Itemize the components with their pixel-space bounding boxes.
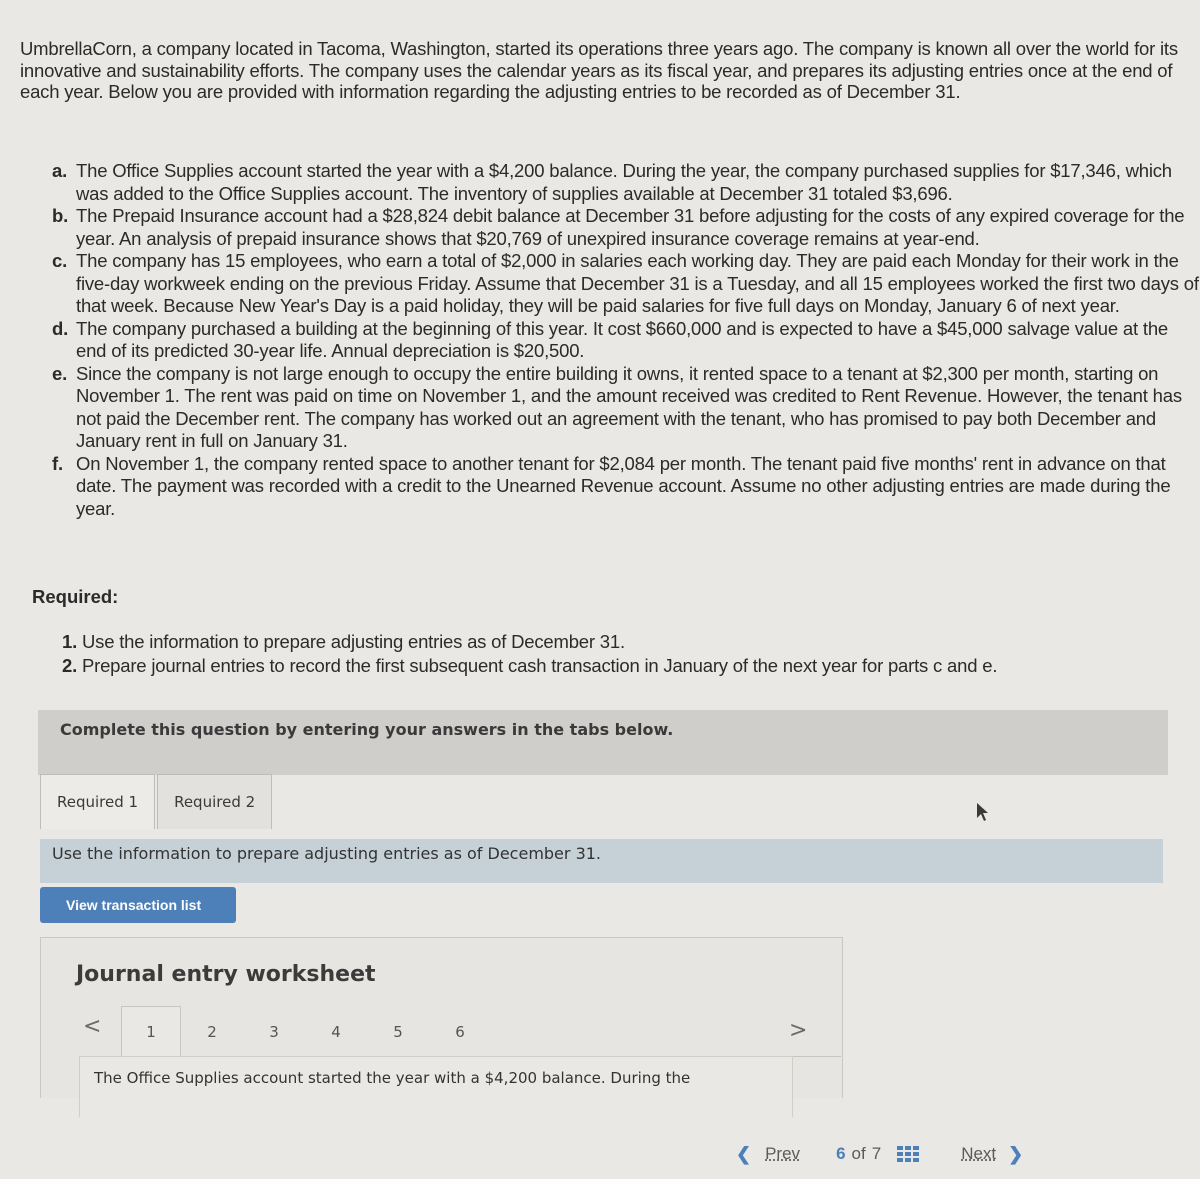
worksheet-tab-3[interactable]: 3 [243, 1006, 305, 1057]
required-heading: Required: [32, 586, 119, 607]
item-letter: a. [52, 160, 68, 181]
item-text: The Prepaid Insurance account had a $28,… [76, 205, 1185, 249]
item-text: The Office Supplies account started the … [76, 160, 1172, 204]
required-tabs: Required 1 Required 2 [40, 774, 274, 830]
worksheet-nav: < 1 2 3 4 5 6 > [41, 1006, 841, 1058]
page-total: 7 [871, 1144, 882, 1163]
item-text: On November 1, the company rented space … [76, 452, 1171, 519]
required-item-1: 1. Use the information to prepare adjust… [62, 630, 997, 654]
problem-item-f: f. On November 1, the company rented spac… [52, 453, 1200, 521]
required-list: 1. Use the information to prepare adjust… [62, 630, 997, 678]
item-text: The company purchased a building at the … [76, 317, 1168, 362]
chevron-left-icon[interactable]: ❮ [736, 1144, 751, 1165]
worksheet-prev-chevron-icon[interactable]: < [83, 1014, 101, 1039]
tab-instruction-text: Use the information to prepare adjusting… [52, 844, 602, 863]
item-text: The company has 15 employees, who earn a… [76, 250, 1199, 316]
required-num: 1. [62, 631, 78, 652]
problem-item-c: c. The company has 15 employees, who earn… [52, 250, 1200, 318]
worksheet-tab-4[interactable]: 4 [305, 1006, 367, 1057]
required-item-2: 2. Prepare journal entries to record the… [62, 654, 997, 678]
problem-item-a: a. The Office Supplies account started th… [52, 160, 1200, 205]
worksheet-entry-text: The Office Supplies account started the … [94, 1069, 691, 1087]
mouse-cursor-icon [976, 802, 990, 827]
item-letter: c. [52, 250, 68, 271]
required-text: Use the information to prepare adjusting… [81, 631, 625, 652]
question-pager: ❮ Prev 6 of 7 Next ❯ [736, 1140, 1023, 1168]
tab-required-1[interactable]: Required 1 [40, 774, 156, 829]
worksheet-tab-1[interactable]: 1 [121, 1006, 181, 1057]
prev-link[interactable]: Prev [765, 1144, 800, 1164]
item-letter: e. [52, 362, 68, 384]
chevron-right-icon[interactable]: ❯ [1008, 1144, 1023, 1165]
journal-entry-worksheet: Journal entry worksheet < 1 2 3 4 5 6 > … [40, 937, 843, 1117]
required-text: Prepare journal entries to record the fi… [81, 655, 998, 676]
item-letter: d. [52, 317, 69, 339]
worksheet-tab-6[interactable]: 6 [429, 1006, 491, 1057]
worksheet-entry-tabs: 1 2 3 4 5 6 [121, 1006, 491, 1058]
worksheet-title: Journal entry worksheet [76, 962, 376, 987]
problem-item-d: d. The company purchased a building at th… [52, 318, 1200, 363]
worksheet-tab-5[interactable]: 5 [367, 1006, 429, 1057]
item-text: Since the company is not large enough to… [76, 362, 1182, 452]
problem-item-b: b. The Prepaid Insurance account had a $2… [52, 205, 1200, 250]
instruction-banner: Complete this question by entering your … [38, 710, 1168, 775]
page-of-label: of [851, 1144, 866, 1163]
item-letter: b. [52, 205, 69, 226]
worksheet-tab-2[interactable]: 2 [181, 1006, 243, 1057]
tab-required-2[interactable]: Required 2 [157, 774, 273, 829]
tab-instruction-bar: Use the information to prepare adjusting… [40, 839, 1163, 883]
grid-icon[interactable] [897, 1146, 920, 1162]
item-letter: f. [52, 452, 63, 474]
required-num: 2. [62, 655, 78, 676]
problem-intro: UmbrellaCorn, a company located in Tacom… [20, 38, 1178, 102]
current-page: 6 [836, 1144, 846, 1163]
instruction-text: Complete this question by entering your … [60, 720, 674, 739]
next-link[interactable]: Next [961, 1144, 996, 1164]
worksheet-next-chevron-icon[interactable]: > [789, 1018, 807, 1043]
problem-items: a. The Office Supplies account started th… [52, 160, 1200, 520]
worksheet-entry-description: The Office Supplies account started the … [79, 1056, 793, 1117]
view-transaction-list-button[interactable]: View transaction list [40, 887, 236, 923]
problem-item-e: e. Since the company is not large enough … [52, 363, 1200, 453]
